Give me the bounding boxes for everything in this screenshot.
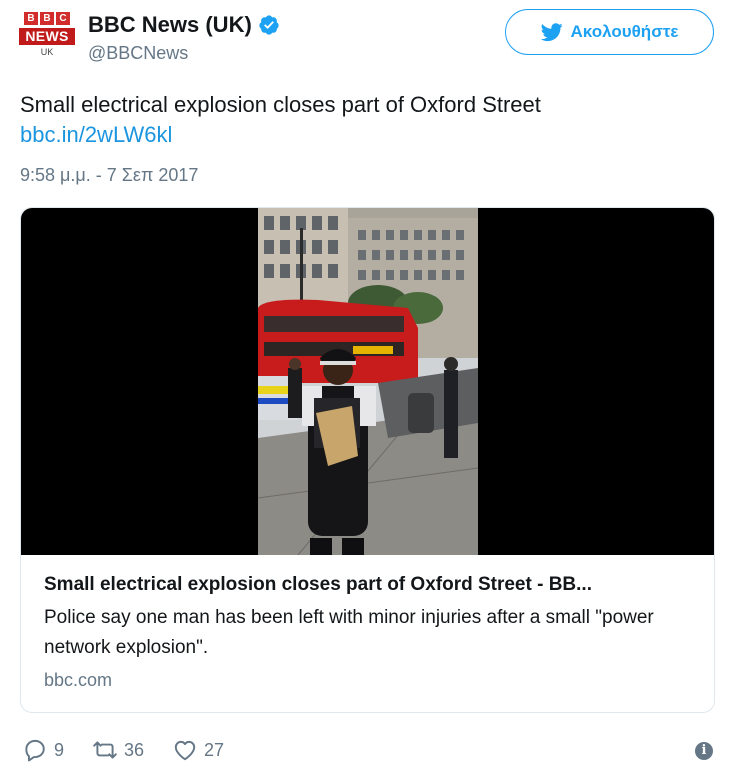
tweet-timestamp[interactable]: 9:58 μ.μ. - 7 Σεπ 2017 bbox=[20, 163, 198, 187]
card-domain: bbc.com bbox=[44, 670, 113, 690]
link-preview-card[interactable]: Small electrical explosion closes part o… bbox=[20, 207, 715, 713]
avatar-news-text: NEWS bbox=[19, 28, 75, 45]
tweet-embed: BBC NEWS UK BBC News (UK) @BBCNews Ακολο… bbox=[0, 0, 735, 774]
like-count: 27 bbox=[204, 739, 225, 760]
display-name[interactable]: BBC News (UK) bbox=[88, 12, 252, 38]
reply-icon bbox=[25, 739, 45, 762]
card-description: Police say one man has been left with mi… bbox=[44, 607, 654, 658]
bbc-logo: BBC bbox=[24, 12, 70, 25]
tweet-text: Small electrical explosion closes part o… bbox=[20, 92, 541, 117]
follow-button-label: Ακολουθήστε bbox=[570, 22, 679, 41]
tweet-actions: 9 36 27 bbox=[22, 737, 252, 763]
verified-badge-icon bbox=[259, 15, 279, 35]
follow-button[interactable]: Ακολουθήστε bbox=[505, 9, 714, 55]
handle[interactable]: @BBCNews bbox=[88, 42, 280, 64]
avatar-region-text: UK bbox=[40, 47, 54, 57]
like-button[interactable]: 27 bbox=[172, 737, 224, 763]
reply-button[interactable]: 9 bbox=[22, 737, 64, 763]
card-body[interactable]: Small electrical explosion closes part o… bbox=[44, 573, 699, 691]
retweet-icon bbox=[93, 741, 117, 759]
tweet-text-block: Small electrical explosion closes part o… bbox=[20, 90, 710, 150]
info-icon[interactable]: i bbox=[695, 742, 713, 760]
police-officer-photo bbox=[258, 208, 478, 555]
heart-icon bbox=[174, 740, 196, 761]
retweet-button[interactable]: 36 bbox=[92, 737, 144, 763]
author-block[interactable]: BBC News (UK) @BBCNews bbox=[88, 12, 280, 64]
card-media[interactable] bbox=[21, 208, 714, 555]
card-title[interactable]: Small electrical explosion closes part o… bbox=[44, 573, 699, 597]
reply-count: 9 bbox=[54, 739, 65, 760]
card-photo[interactable] bbox=[258, 208, 478, 555]
avatar[interactable]: BBC NEWS UK bbox=[18, 8, 76, 58]
twitter-bird-icon bbox=[540, 23, 563, 42]
retweet-count: 36 bbox=[124, 739, 145, 760]
tweet-link[interactable]: bbc.in/2wLW6kl bbox=[20, 120, 710, 150]
